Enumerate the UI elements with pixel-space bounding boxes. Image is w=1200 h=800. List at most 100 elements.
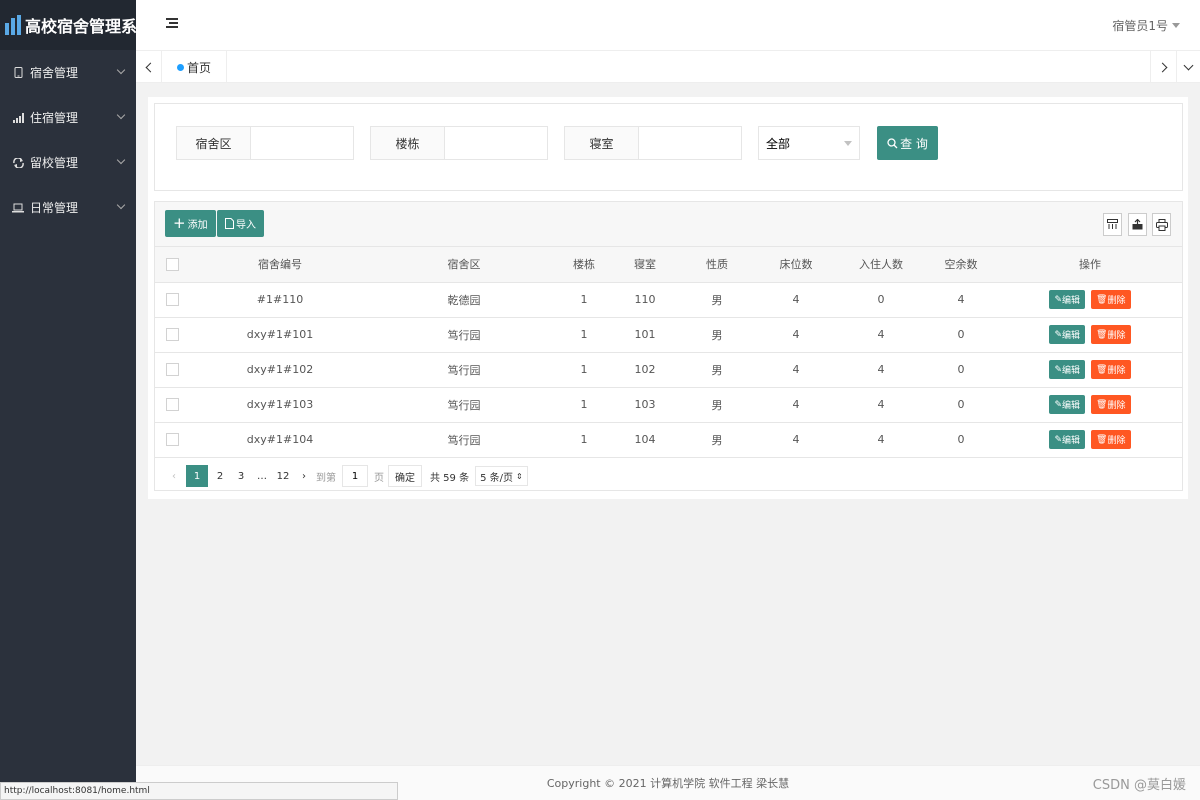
edit-label: 编辑 xyxy=(1062,436,1081,446)
table-panel: + 添加 导入 宿舍编号 宿舍区 楼栋 寝室 性质 床位数 入住人数 空余数 操… xyxy=(154,201,1183,491)
active-dot-icon xyxy=(176,63,184,71)
sidebar-item-stay[interactable]: 留校管理 xyxy=(0,140,136,185)
row-checkbox[interactable] xyxy=(166,433,179,447)
edit-label: 编辑 xyxy=(1062,401,1081,411)
menu-toggle-icon[interactable] xyxy=(166,18,178,30)
select-all-checkbox[interactable] xyxy=(166,258,179,271)
prev-page-icon[interactable]: ‹ xyxy=(165,466,183,486)
edit-button[interactable]: ✎ 编辑 xyxy=(1049,290,1086,309)
delete-button[interactable]: 🗑 删除 xyxy=(1091,325,1131,344)
top-header: 宿管员1号 xyxy=(136,0,1200,51)
cell-beds: 4 xyxy=(754,282,838,318)
sort-arrows-icon: ⇕ xyxy=(516,471,523,481)
sidebar-item-daily[interactable]: 日常管理 xyxy=(0,185,136,230)
cell-room: 101 xyxy=(610,317,680,353)
watermark: CSDN @莫白媛 xyxy=(1092,778,1186,793)
cell-free: 0 xyxy=(924,317,998,353)
browser-status-bar: http://localhost:8081/home.html xyxy=(0,782,398,800)
edit-button[interactable]: ✎ 编辑 xyxy=(1049,325,1086,344)
export-icon[interactable] xyxy=(1128,213,1147,236)
signal-icon xyxy=(12,112,24,124)
building-input[interactable] xyxy=(445,127,547,159)
search-panel: 宿舍区 楼栋 寝室 全部 查 询 xyxy=(154,103,1183,191)
next-page-icon[interactable]: › xyxy=(295,466,313,486)
delete-label: 删除 xyxy=(1107,401,1126,411)
cell-beds: 4 xyxy=(754,422,838,458)
column-header: 宿舍区 xyxy=(370,247,558,283)
row-checkbox[interactable] xyxy=(166,398,179,412)
page-size-select[interactable]: 5 条/页 ⇕ xyxy=(475,466,528,486)
dorm-table: 宿舍编号 宿舍区 楼栋 寝室 性质 床位数 入住人数 空余数 操作 #1#110… xyxy=(155,247,1182,458)
app-title: 高校宿舍管理系统 xyxy=(25,17,154,36)
edit-button[interactable]: ✎ 编辑 xyxy=(1049,430,1086,449)
edit-button[interactable]: ✎ 编辑 xyxy=(1049,395,1086,414)
cell-occupied: 4 xyxy=(838,422,924,458)
query-button[interactable]: 查 询 xyxy=(877,126,938,160)
columns-icon[interactable] xyxy=(1103,213,1122,236)
area-input[interactable] xyxy=(251,127,353,159)
column-header: 宿舍编号 xyxy=(190,247,370,283)
column-header: 空余数 xyxy=(924,247,998,283)
tab-prev-button[interactable] xyxy=(136,51,162,83)
row-checkbox[interactable] xyxy=(166,363,179,377)
cell-gender: 男 xyxy=(680,352,754,388)
sidebar-item-lodging[interactable]: 住宿管理 xyxy=(0,95,136,140)
search-icon xyxy=(887,137,898,148)
cell-building: 1 xyxy=(558,282,610,318)
goto-confirm-button[interactable]: 确定 xyxy=(388,465,422,487)
delete-label: 删除 xyxy=(1107,296,1126,306)
delete-button[interactable]: 🗑 删除 xyxy=(1091,430,1131,449)
table-header-row: 宿舍编号 宿舍区 楼栋 寝室 性质 床位数 入住人数 空余数 操作 xyxy=(155,247,1182,283)
sidebar: 高校宿舍管理系统 宿舍管理 住宿管理 留校管理 日常管理 xyxy=(0,0,153,800)
table-row: dxy#1#101 笃行园 1 101 男 4 4 0 ✎ 编辑 🗑 删除 xyxy=(155,317,1182,353)
tab-more-button[interactable] xyxy=(1176,51,1200,83)
import-button[interactable]: 导入 xyxy=(217,210,264,237)
delete-label: 删除 xyxy=(1107,366,1126,376)
page-button[interactable]: 3 xyxy=(232,466,250,486)
delete-button[interactable]: 🗑 删除 xyxy=(1091,395,1131,414)
delete-label: 删除 xyxy=(1107,436,1126,446)
row-checkbox[interactable] xyxy=(166,293,179,307)
cell-free: 0 xyxy=(924,387,998,423)
building-field: 楼栋 xyxy=(370,126,548,160)
goto-page-input[interactable] xyxy=(342,465,368,487)
cell-occupied: 4 xyxy=(838,352,924,388)
type-select-value: 全部 xyxy=(766,136,791,151)
edit-label: 编辑 xyxy=(1062,296,1081,306)
row-checkbox[interactable] xyxy=(166,328,179,342)
laptop-icon xyxy=(12,202,24,214)
delete-button[interactable]: 🗑 删除 xyxy=(1091,360,1131,379)
cell-area: 乾德园 xyxy=(370,282,558,318)
import-button-label: 导入 xyxy=(236,220,256,231)
app-logo[interactable]: 高校宿舍管理系统 xyxy=(0,0,153,50)
page-button[interactable]: 1 xyxy=(186,465,208,487)
chevron-down-icon xyxy=(116,200,126,210)
column-header: 床位数 xyxy=(754,247,838,283)
tab-home[interactable]: 首页 xyxy=(162,51,227,83)
cell-occupied: 4 xyxy=(838,387,924,423)
plus-icon: + xyxy=(173,214,186,232)
user-menu[interactable]: 宿管员1号 xyxy=(1112,17,1180,34)
cell-building: 1 xyxy=(558,387,610,423)
add-button[interactable]: + 添加 xyxy=(165,210,216,237)
page-ellipsis: … xyxy=(257,470,267,482)
cell-area: 笃行园 xyxy=(370,352,558,388)
type-select[interactable]: 全部 xyxy=(758,126,860,160)
main-content: 宿舍区 楼栋 寝室 全部 查 询 + 添加 导入 宿舍编号 宿舍区 楼栋 寝室 … xyxy=(148,97,1188,499)
edit-button[interactable]: ✎ 编辑 xyxy=(1049,360,1086,379)
page-button[interactable]: 2 xyxy=(211,466,229,486)
sidebar-item-dorm[interactable]: 宿舍管理 xyxy=(0,50,136,95)
table-toolbar: + 添加 导入 xyxy=(155,202,1182,247)
phone-icon xyxy=(12,67,24,79)
cell-beds: 4 xyxy=(754,352,838,388)
sidebar-item-label: 宿舍管理 xyxy=(30,66,79,80)
delete-button[interactable]: 🗑 删除 xyxy=(1091,290,1131,309)
room-input[interactable] xyxy=(639,127,741,159)
column-header: 入住人数 xyxy=(838,247,924,283)
print-icon[interactable] xyxy=(1152,213,1171,236)
file-icon xyxy=(225,218,234,229)
column-header: 寝室 xyxy=(610,247,680,283)
building-icon xyxy=(5,15,21,35)
tab-next-button[interactable] xyxy=(1150,51,1176,83)
page-button[interactable]: 12 xyxy=(274,466,292,486)
